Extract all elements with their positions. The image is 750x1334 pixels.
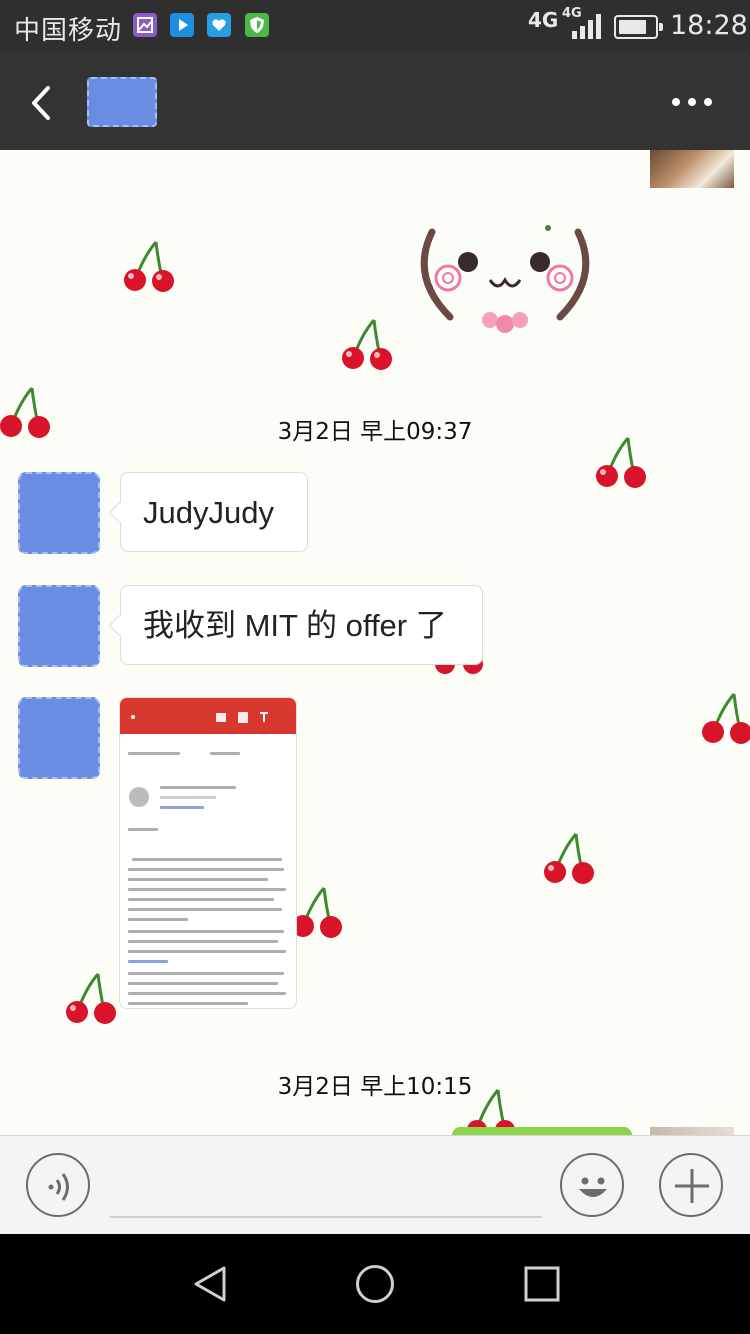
timestamp: 3月2日 早上09:37 — [0, 412, 750, 447]
message-bubble[interactable]: 我收到 MIT 的 offer 了 — [120, 585, 483, 665]
timestamp-text: 3月2日 早上10:15 — [271, 1072, 479, 1102]
battery-icon — [614, 15, 663, 39]
video-player-icon — [170, 13, 194, 37]
input-bar — [0, 1135, 750, 1235]
message-input[interactable] — [110, 1156, 542, 1218]
more-options-button[interactable] — [664, 82, 720, 122]
face-sticker — [420, 225, 590, 333]
shield-app-icon — [245, 13, 269, 37]
chevron-left-icon — [32, 86, 50, 120]
voice-icon — [48, 1173, 69, 1201]
signal-icon — [572, 14, 601, 39]
plus-icon — [675, 1169, 709, 1203]
message-bubble[interactable]: JudyJudy — [120, 472, 308, 552]
offer-email-screenshot[interactable] — [119, 697, 297, 1009]
cherry-decoration — [702, 693, 750, 744]
chat-area[interactable]: 3月2日 早上09:37 JudyJudy 我收到 MIT 的 offer 了 — [0, 150, 750, 1135]
network-type: 4G — [528, 8, 559, 32]
my-avatar[interactable] — [650, 1127, 734, 1135]
battery-level — [619, 20, 647, 34]
contact-name-redacted — [87, 77, 157, 127]
message-text: 我收到 MIT 的 offer 了 — [143, 608, 447, 643]
nav-home-icon[interactable] — [355, 1264, 395, 1304]
email-app-header — [120, 698, 296, 734]
cherry-decoration — [124, 241, 174, 292]
outgoing-message-bubble[interactable] — [452, 1127, 632, 1135]
contact-avatar[interactable] — [18, 585, 100, 667]
sticker-thumbnail — [650, 150, 734, 188]
message-text: JudyJudy — [143, 495, 274, 530]
more-dots-icon — [672, 98, 712, 106]
status-bar: 中国移动 4G 4G 18:28 — [0, 0, 750, 52]
timestamp: 3月2日 早上10:15 — [0, 1067, 750, 1102]
cherry-decoration — [66, 973, 116, 1024]
cherry-decoration — [544, 833, 594, 884]
system-nav-bar — [0, 1234, 750, 1334]
back-button[interactable] — [20, 76, 64, 126]
carrier-name: 中国移动 — [14, 16, 123, 46]
gallery-icon — [133, 13, 157, 37]
clock: 18:28 — [670, 10, 748, 41]
emoji-button[interactable] — [560, 1153, 624, 1217]
chat-header — [0, 52, 750, 150]
emoji-icon — [579, 1177, 607, 1197]
nav-back-icon[interactable] — [190, 1264, 230, 1304]
contact-avatar[interactable] — [18, 697, 100, 779]
more-functions-button[interactable] — [659, 1153, 723, 1217]
voice-button[interactable] — [26, 1153, 90, 1217]
contact-avatar[interactable] — [18, 472, 100, 554]
cherry-decoration — [342, 319, 392, 370]
nav-recents-icon[interactable] — [522, 1264, 562, 1304]
heart-app-icon — [207, 13, 231, 37]
timestamp-text: 3月2日 早上09:37 — [271, 417, 479, 447]
